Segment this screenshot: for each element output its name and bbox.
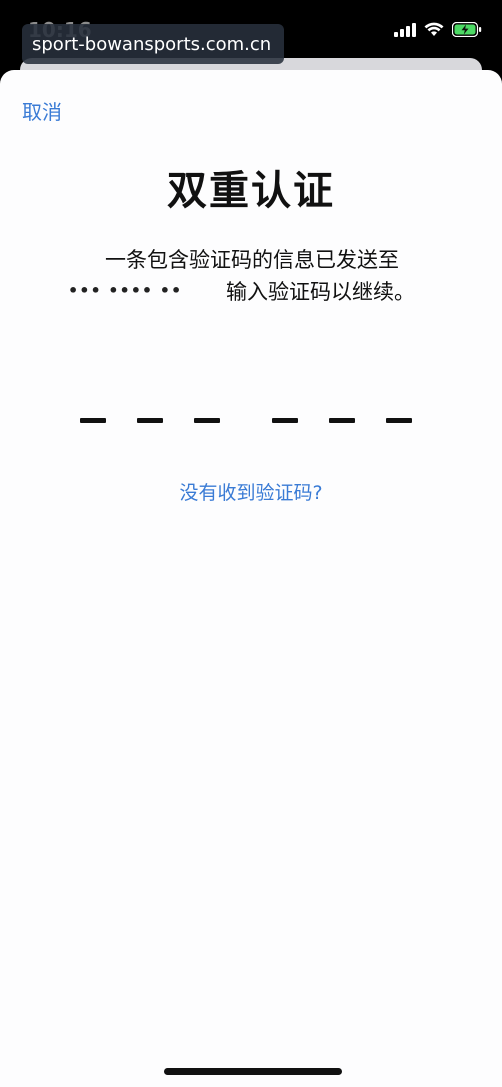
code-slot bbox=[329, 417, 355, 423]
cancel-button[interactable]: 取消 bbox=[22, 96, 62, 125]
code-slot bbox=[272, 417, 298, 423]
verification-code-input[interactable] bbox=[80, 408, 425, 432]
message-text: 一条包含验证码的信息已发送至 bbox=[105, 248, 399, 272]
home-indicator bbox=[164, 1068, 342, 1075]
wifi-icon bbox=[424, 22, 444, 41]
phone-screen: 10:16 bbox=[0, 0, 502, 1087]
battery-charging-icon bbox=[451, 21, 482, 41]
message-suffix: 输入验证码以继续。 bbox=[226, 280, 415, 304]
status-icons bbox=[394, 20, 482, 42]
code-slot bbox=[137, 417, 163, 423]
code-slot bbox=[194, 417, 220, 423]
page-title: 双重认证 bbox=[167, 168, 335, 214]
masked-phone-number: ••• •••• •• bbox=[68, 281, 183, 300]
code-slot bbox=[386, 417, 412, 423]
code-slot bbox=[80, 417, 106, 423]
modal-sheet bbox=[0, 70, 502, 1087]
url-overlay: sport-bowansports.com.cn bbox=[22, 24, 284, 64]
message-line-2: ••• •••• •• 输入验证码以继续。 bbox=[68, 276, 448, 306]
resend-code-link[interactable]: 没有收到验证码? bbox=[0, 478, 502, 505]
cellular-signal-icon bbox=[394, 22, 416, 41]
